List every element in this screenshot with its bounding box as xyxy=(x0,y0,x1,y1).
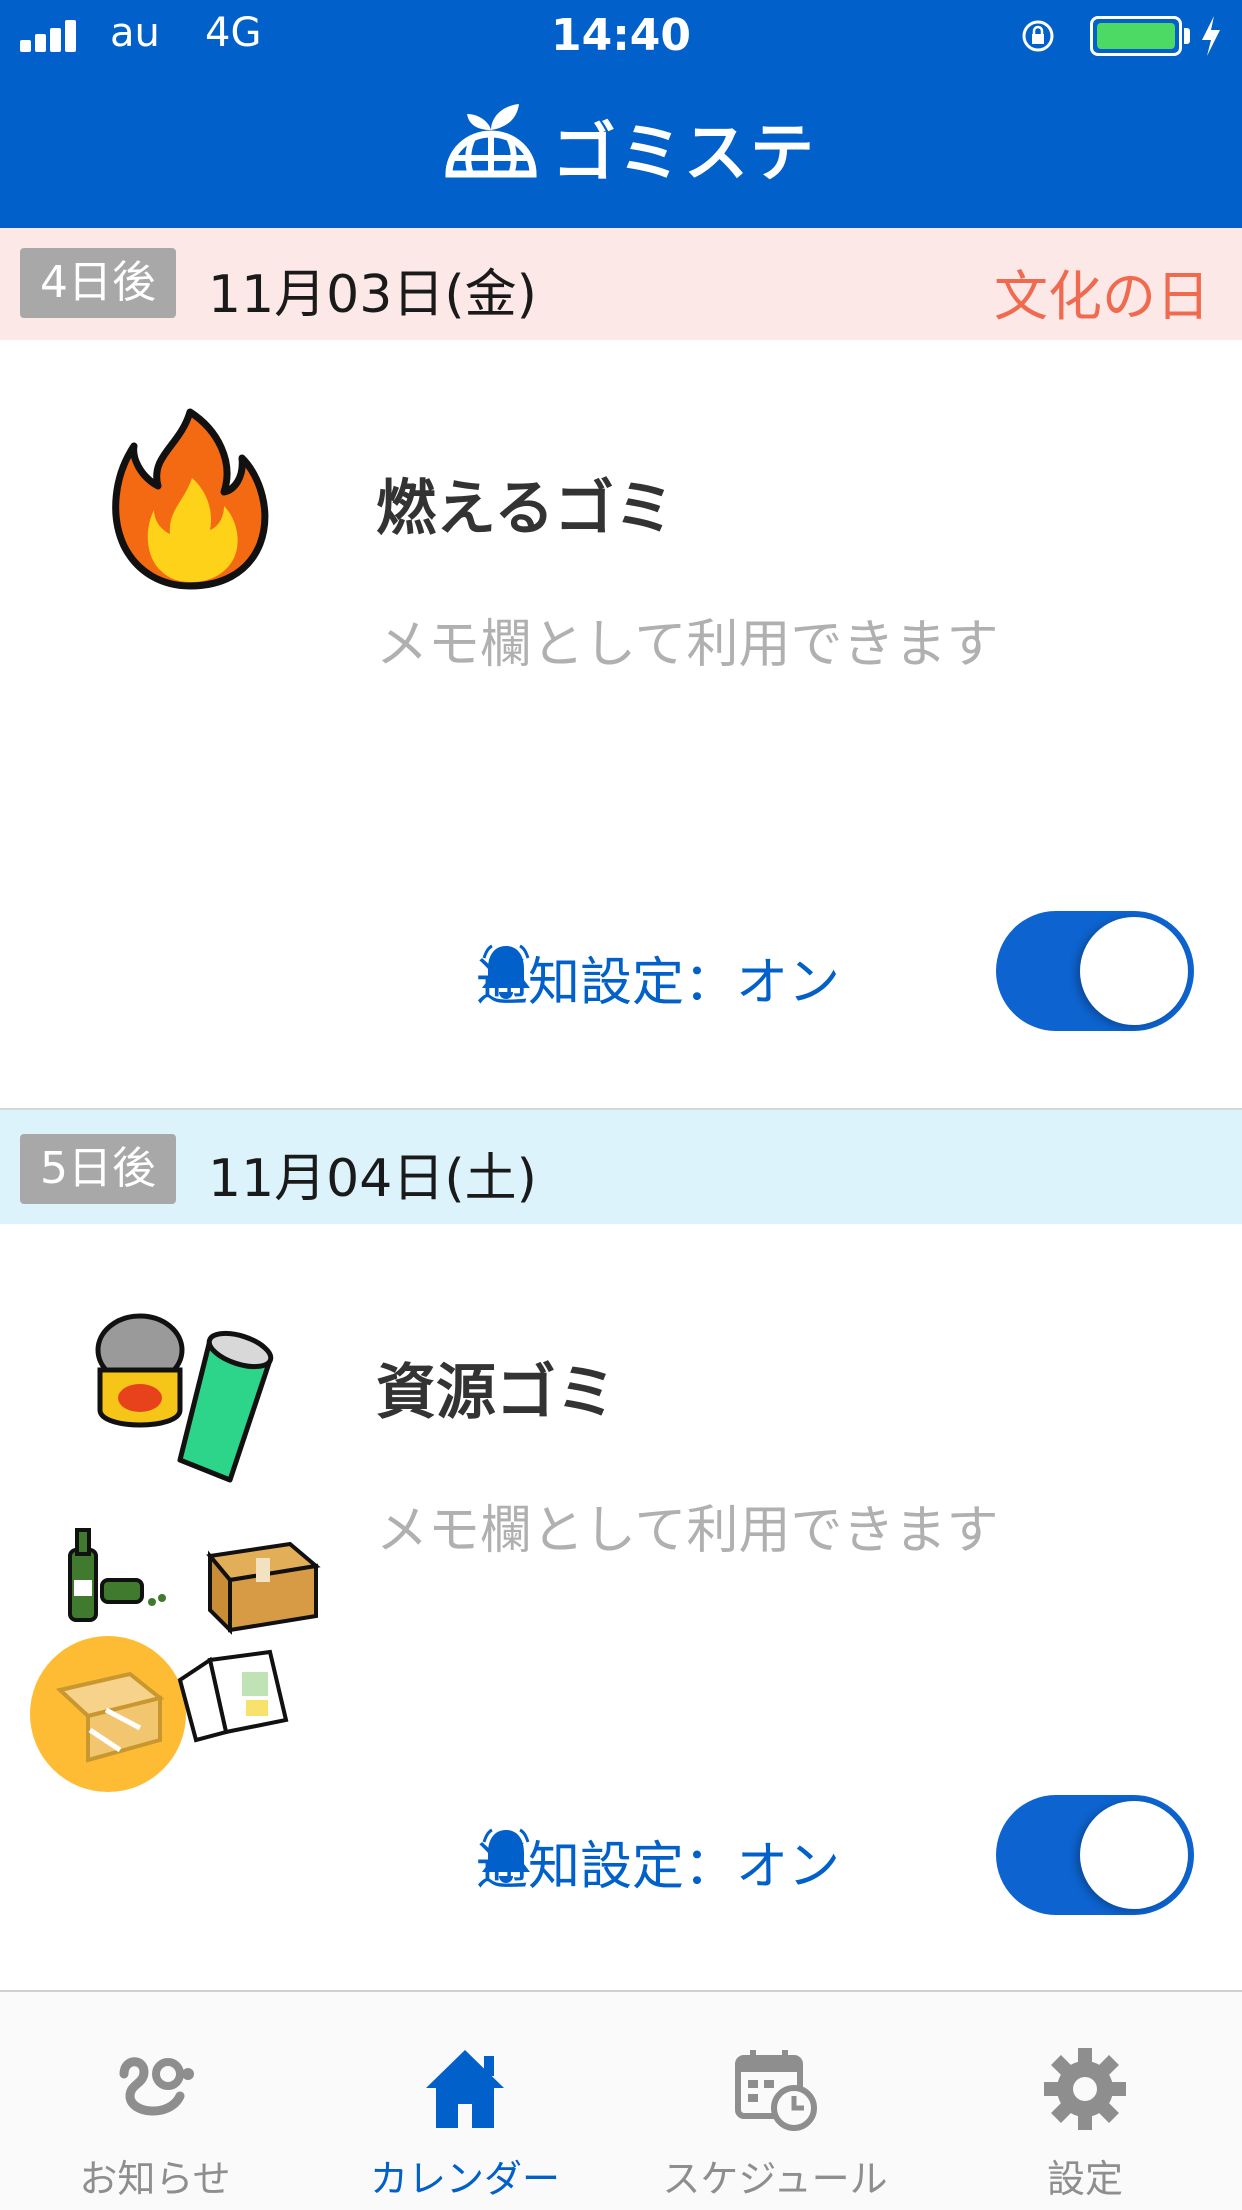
paper-pack-icon xyxy=(30,1636,186,1792)
tab-label: 設定 xyxy=(1046,2157,1123,2201)
rotation-lock-icon xyxy=(1022,20,1054,52)
date-label: 11月04日(土) xyxy=(208,1149,537,1209)
gear-icon xyxy=(1044,2048,1126,2130)
home-icon xyxy=(426,2050,504,2128)
tab-calendar[interactable]: カレンダー xyxy=(310,1992,620,2210)
app-title: ゴミステ xyxy=(552,117,816,191)
notification-toggle[interactable] xyxy=(996,911,1194,1031)
day-header: 5日後 11月04日(土) xyxy=(0,1110,1242,1224)
tab-news[interactable]: お知らせ xyxy=(0,1992,310,2210)
notification-setting-label: 通知設定：オン xyxy=(476,1837,841,1897)
date-label: 11月03日(金) xyxy=(208,265,537,325)
notification-setting-label: 通知設定：オン xyxy=(476,953,841,1013)
holiday-label: 文化の日 xyxy=(994,265,1210,328)
cardboard-box-icon xyxy=(206,1541,321,1635)
app-header: au 4G 14:40 ゴミステ xyxy=(0,0,1242,228)
tab-label: お知らせ xyxy=(79,2157,231,2201)
tab-bar: お知らせ カレンダー スケジュール 設定 xyxy=(0,1990,1242,2210)
garbage-type-title: 燃えるゴミ xyxy=(376,474,675,544)
fire-icon xyxy=(112,408,269,590)
bottle-icon xyxy=(68,1528,166,1622)
notification-toggle[interactable] xyxy=(996,1795,1194,1915)
tab-label: カレンダー xyxy=(369,2157,560,2201)
tab-label: スケジュール xyxy=(662,2157,888,2201)
magazine-icon xyxy=(177,1649,289,1743)
news-icon xyxy=(119,2057,194,2116)
status-bar: au 4G 14:40 xyxy=(0,0,1242,70)
memo-field[interactable]: メモ欄として利用できます xyxy=(376,602,998,677)
charging-icon xyxy=(1202,16,1220,56)
recyclables-icon xyxy=(30,1313,321,1792)
can-icon xyxy=(95,1313,185,1428)
globe-sprout-icon xyxy=(445,104,537,178)
battery-icon xyxy=(1090,16,1182,56)
days-until-badge: 4日後 xyxy=(20,248,176,318)
app-logo: ゴミステ xyxy=(0,100,1242,200)
soda-can-icon xyxy=(177,1330,274,1483)
garbage-type-title: 資源ゴミ xyxy=(376,1358,616,1428)
tab-schedule[interactable]: スケジュール xyxy=(620,1992,930,2210)
memo-field[interactable]: メモ欄として利用できます xyxy=(376,1488,998,1563)
day-header: 4日後 11月03日(金) 文化の日 xyxy=(0,228,1242,340)
calendar-clock-icon xyxy=(735,2050,817,2131)
tab-settings[interactable]: 設定 xyxy=(930,1992,1240,2210)
days-until-badge: 5日後 xyxy=(20,1134,176,1204)
